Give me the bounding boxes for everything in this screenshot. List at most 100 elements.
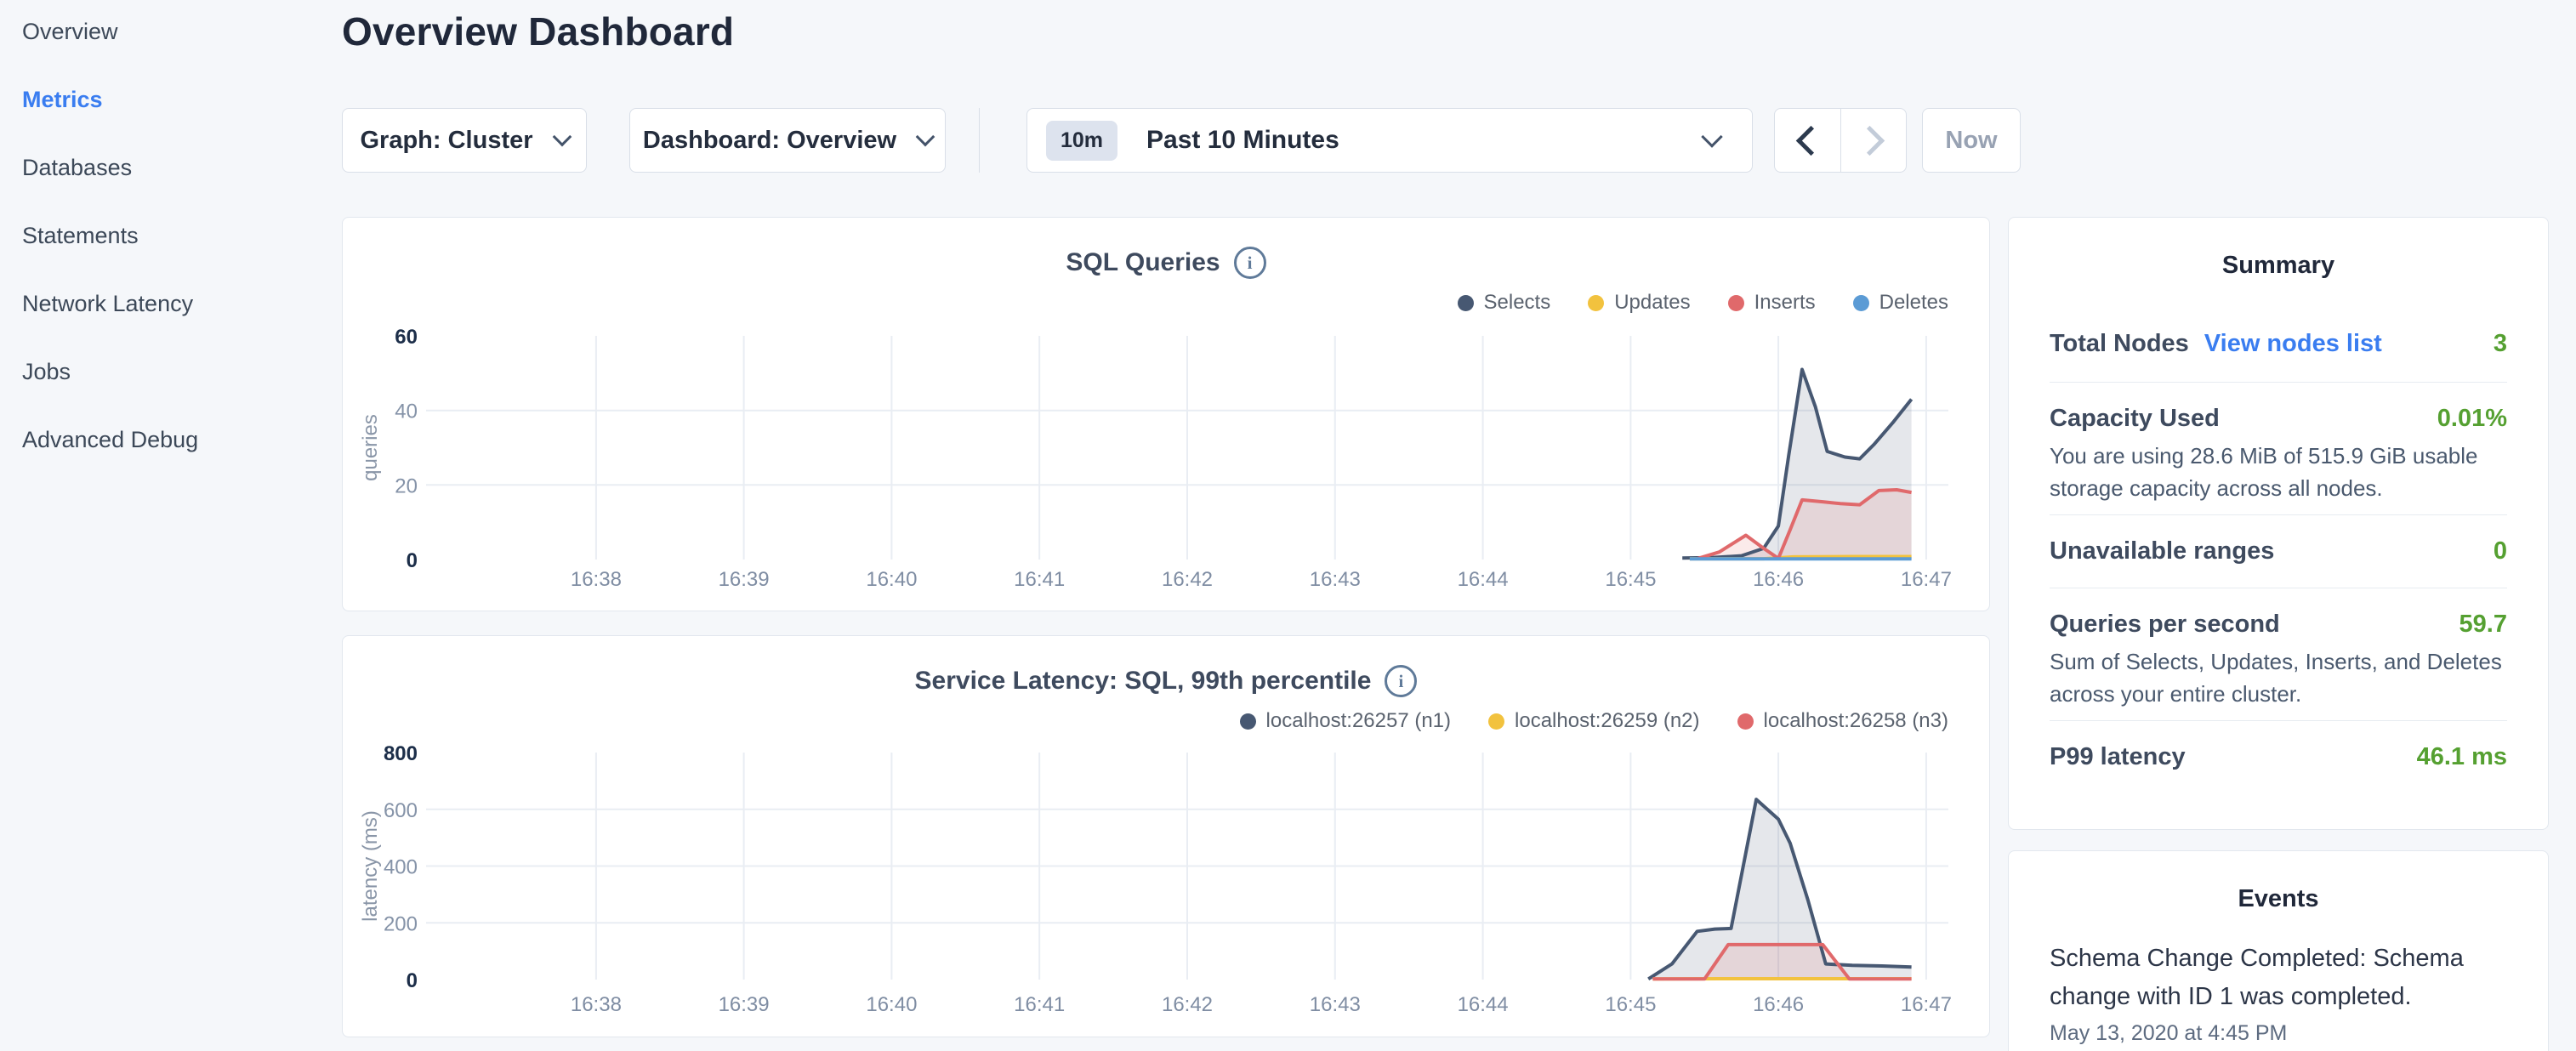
sidebar-item-overview[interactable]: Overview — [0, 14, 340, 48]
chart-legend: localhost:26257 (n1) localhost:26259 (n2)… — [1240, 709, 1948, 733]
y-tick-label: 400 — [384, 856, 418, 879]
chevron-right-icon — [1855, 125, 1885, 155]
x-tick-label: 16:46 — [1753, 568, 1804, 591]
legend-item[interactable]: localhost:26258 (n3) — [1737, 709, 1948, 733]
y-tick-label: 0 — [407, 549, 418, 572]
time-prev-button[interactable] — [1775, 109, 1840, 172]
sidebar: Overview Metrics Databases Statements Ne… — [0, 0, 340, 1051]
summary-panel: Summary Total Nodes View nodes list 3 Ca… — [2008, 217, 2549, 830]
info-icon[interactable]: i — [1234, 247, 1266, 279]
legend-item[interactable]: Updates — [1588, 291, 1690, 315]
legend-item[interactable]: localhost:26259 (n2) — [1488, 709, 1699, 733]
chevron-down-icon — [1701, 126, 1722, 147]
summary-row-label: Total Nodes — [2050, 330, 2189, 358]
sidebar-item-metrics[interactable]: Metrics — [0, 82, 340, 116]
summary-row-label: Capacity Used — [2050, 405, 2220, 433]
sidebar-item-statements[interactable]: Statements — [0, 219, 340, 253]
controls-divider — [979, 108, 980, 173]
summary-row-label: Unavailable ranges — [2050, 537, 2274, 565]
page-title: Overview Dashboard — [342, 9, 734, 54]
summary-rows: Total Nodes View nodes list 3 Capacity U… — [2009, 282, 2548, 793]
summary-row-label: P99 latency — [2050, 743, 2186, 771]
summary-row-unavailable-ranges: Unavailable ranges 0 — [2050, 514, 2507, 588]
time-pager — [1774, 108, 1907, 173]
x-tick-label: 16:43 — [1310, 568, 1361, 591]
summary-row-label: Queries per second — [2050, 611, 2280, 639]
events-title: Events — [2009, 882, 2548, 916]
summary-row-description: You are using 28.6 MiB of 515.9 GiB usab… — [2050, 440, 2507, 504]
summary-row-value: 0.01% — [2437, 405, 2507, 433]
legend-dot-icon — [1488, 713, 1504, 730]
x-tick-label: 16:40 — [866, 568, 917, 591]
dashboard-dropdown[interactable]: Dashboard: Overview — [629, 108, 946, 173]
chart-title: SQL Queries — [1066, 248, 1220, 277]
summary-row-total-nodes: Total Nodes View nodes list 3 — [2050, 282, 2507, 382]
legend-item[interactable]: Inserts — [1728, 291, 1816, 315]
x-tick-label: 16:40 — [866, 993, 917, 1016]
y-tick-label: 600 — [384, 799, 418, 822]
time-window-dropdown[interactable]: 10m Past 10 Minutes — [1026, 108, 1753, 173]
summary-row-p99-latency: P99 latency 46.1 ms — [2050, 720, 2507, 793]
legend-item[interactable]: Deletes — [1853, 291, 1948, 315]
summary-row-description: Sum of Selects, Updates, Inserts, and De… — [2050, 645, 2507, 710]
legend-dot-icon — [1737, 713, 1754, 730]
time-window-badge: 10m — [1046, 121, 1117, 161]
sql-queries-chart-card: SQL Queries i Selects Updates Inserts Delet… — [342, 217, 1990, 611]
time-window-label: Past 10 Minutes — [1146, 126, 1339, 155]
legend-dot-icon — [1728, 295, 1744, 311]
chart-title-row: Service Latency: SQL, 99th percentile i — [343, 665, 1989, 697]
x-tick-label: 16:38 — [571, 993, 622, 1016]
chevron-down-icon — [552, 128, 571, 147]
sidebar-item-advanced-debug[interactable]: Advanced Debug — [0, 423, 340, 457]
sidebar-item-network-latency[interactable]: Network Latency — [0, 287, 340, 321]
x-tick-label: 16:44 — [1458, 568, 1509, 591]
main-content: Overview Dashboard Graph: Cluster Dashbo… — [342, 0, 1990, 1051]
x-tick-label: 16:39 — [719, 993, 770, 1016]
summary-row-queries-per-second: Queries per second 59.7 Sum of Selects, … — [2050, 588, 2507, 720]
legend-label: localhost:26259 (n2) — [1515, 709, 1699, 733]
x-tick-label: 16:41 — [1014, 568, 1065, 591]
x-tick-label: 16:41 — [1014, 993, 1065, 1016]
event-message: Schema Change Completed: Schema change w… — [2050, 940, 2507, 1016]
legend-item[interactable]: Selects — [1458, 291, 1551, 315]
y-tick-label: 800 — [384, 742, 418, 765]
y-tick-label: 200 — [384, 912, 418, 935]
info-icon[interactable]: i — [1385, 665, 1417, 697]
legend-dot-icon — [1458, 295, 1474, 311]
summary-row-value: 3 — [2494, 330, 2507, 358]
legend-dot-icon — [1240, 713, 1256, 730]
legend-label: localhost:26258 (n3) — [1764, 709, 1948, 733]
legend-label: Updates — [1614, 291, 1690, 315]
chevron-down-icon — [916, 128, 935, 147]
x-tick-label: 16:43 — [1310, 993, 1361, 1016]
chevron-left-icon — [1796, 125, 1826, 155]
time-now-button[interactable]: Now — [1922, 108, 2021, 173]
chart-legend: Selects Updates Inserts Deletes — [1458, 291, 1949, 315]
legend-label: Selects — [1484, 291, 1551, 315]
graph-scope-dropdown[interactable]: Graph: Cluster — [342, 108, 587, 173]
time-next-button[interactable] — [1840, 109, 1907, 172]
summary-row-value: 0 — [2494, 537, 2507, 565]
chart-title: Service Latency: SQL, 99th percentile — [915, 667, 1372, 696]
app-root: Overview Metrics Databases Statements Ne… — [0, 0, 2576, 1051]
legend-item[interactable]: localhost:26257 (n1) — [1240, 709, 1451, 733]
service-latency-chart-card: Service Latency: SQL, 99th percentile i … — [342, 635, 1990, 1037]
legend-dot-icon — [1588, 295, 1604, 311]
x-tick-label: 16:45 — [1605, 568, 1656, 591]
summary-row-value: 46.1 ms — [2417, 743, 2507, 771]
x-tick-label: 16:46 — [1753, 993, 1804, 1016]
y-tick-label: 40 — [395, 401, 418, 423]
x-tick-label: 16:39 — [719, 568, 770, 591]
legend-label: Inserts — [1754, 291, 1816, 315]
graph-scope-label: Graph: Cluster — [360, 127, 532, 155]
summary-row-value: 59.7 — [2459, 611, 2507, 639]
event-timestamp: May 13, 2020 at 4:45 PM — [2050, 1021, 2507, 1046]
controls-bar: Graph: Cluster Dashboard: Overview 10m P… — [342, 108, 2021, 173]
event-item[interactable]: Schema Change Completed: Schema change w… — [2009, 940, 2548, 1046]
y-axis-label: queries — [359, 414, 382, 481]
sidebar-item-databases[interactable]: Databases — [0, 151, 340, 185]
sidebar-item-jobs[interactable]: Jobs — [0, 355, 340, 389]
x-tick-label: 16:44 — [1458, 993, 1509, 1016]
y-tick-label: 60 — [395, 326, 418, 349]
view-nodes-link[interactable]: View nodes list — [2204, 330, 2382, 358]
